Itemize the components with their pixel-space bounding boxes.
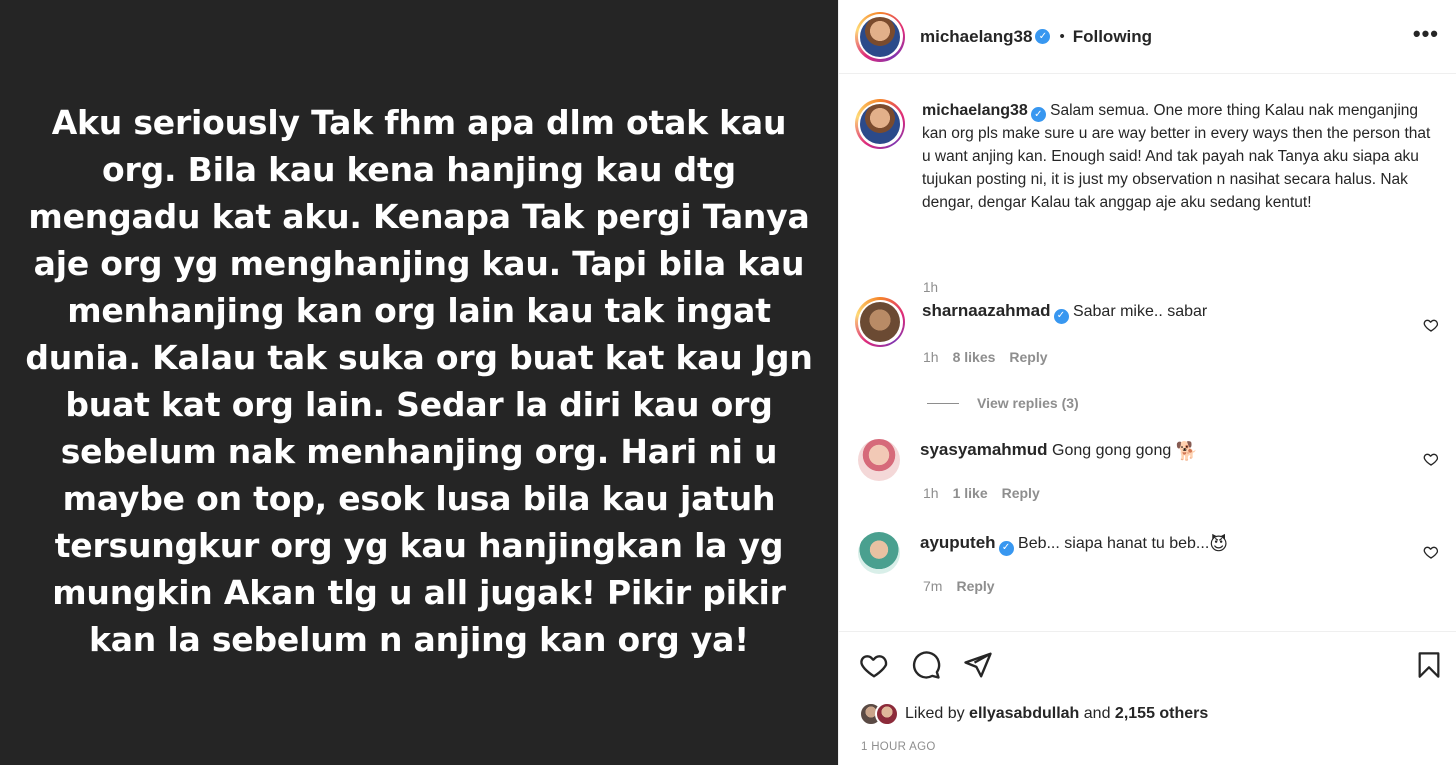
likes-count[interactable]: 2,155 others (1115, 705, 1208, 722)
share-icon[interactable] (963, 650, 993, 680)
comment-text: ayuputeh ✓ Beb... siapa hanat tu beb...😈 (920, 532, 1228, 556)
comment-like-heart-icon[interactable] (1423, 317, 1439, 333)
commenter-username[interactable]: ayuputeh (920, 533, 996, 552)
view-replies-button[interactable]: View replies (3) (927, 395, 1079, 411)
reply-button[interactable]: Reply (956, 578, 994, 594)
author-username[interactable]: michaelang38 (920, 27, 1032, 47)
following-button[interactable]: Following (1073, 27, 1152, 47)
caption-username[interactable]: michaelang38 (922, 102, 1028, 119)
comment-time[interactable]: 7m (923, 578, 942, 594)
author-avatar-photo (860, 16, 900, 57)
verified-badge-icon: ✓ (1053, 308, 1069, 324)
comment-meta: 1h 1 like Reply (923, 485, 1054, 501)
commenter-username[interactable]: sharnaazahmad (922, 301, 1051, 320)
liked-by-joiner: and (1083, 705, 1111, 722)
commenter-avatar[interactable] (855, 297, 905, 347)
post-image[interactable]: Aku seriously Tak fhm apa dlm otak kau o… (0, 0, 838, 765)
replies-divider (927, 402, 959, 404)
more-options-icon[interactable]: ••• (1413, 23, 1439, 45)
author-avatar[interactable] (855, 11, 905, 62)
reply-button[interactable]: Reply (1002, 485, 1040, 501)
comment-text: sharnaazahmad ✓ Sabar mike.. sabar (922, 300, 1207, 324)
devil-emoji-icon: 😈 (1209, 534, 1229, 554)
comment-item: sharnaazahmad ✓ Sabar mike.. sabar 1h 8 l… (855, 297, 1445, 365)
liked-by-text: Liked by ellyasabdullah and 2,155 others (905, 705, 1208, 723)
comments-section: michaelang38 ✓ Salam semua. One more thin… (839, 75, 1456, 631)
comment-item: ayuputeh ✓ Beb... siapa hanat tu beb...😈 … (855, 532, 1445, 594)
comment-meta: 7m Reply (923, 578, 1009, 594)
commenter-username[interactable]: syasyamahmud (920, 440, 1048, 459)
save-button[interactable] (1415, 650, 1443, 680)
comment-body: Sabar mike.. sabar (1072, 303, 1208, 320)
header-separator: • (1059, 28, 1065, 45)
commenter-avatar[interactable] (858, 439, 900, 481)
verified-badge-icon: ✓ (1030, 107, 1046, 122)
caption-avatar[interactable] (855, 99, 905, 149)
commenter-avatar[interactable] (858, 532, 900, 574)
liked-by-prefix: Liked by (905, 705, 965, 722)
reply-button[interactable]: Reply (1009, 349, 1047, 365)
verified-badge-icon: ✓ (1035, 29, 1051, 44)
liker-avatar[interactable] (875, 702, 899, 726)
comment-time[interactable]: 1h (923, 485, 939, 501)
comment-body: Gong gong gong (1052, 442, 1176, 459)
post-image-text: Aku seriously Tak fhm apa dlm otak kau o… (25, 102, 813, 659)
liker-username[interactable]: ellyasabdullah (969, 705, 1079, 722)
comment-body: Beb... siapa hanat tu beb... (1018, 535, 1210, 552)
comment-like-heart-icon[interactable] (1423, 451, 1439, 467)
caption-time[interactable]: 1h (923, 280, 938, 295)
verified-badge-icon: ✓ (998, 540, 1014, 556)
heart-icon[interactable] (859, 650, 889, 680)
post-actions: Liked by ellyasabdullah and 2,155 others… (839, 631, 1456, 765)
comment-like-heart-icon[interactable] (1423, 544, 1439, 560)
action-icon-row (859, 650, 993, 680)
comment-text: syasyamahmud Gong gong gong 🐕 (920, 439, 1198, 462)
dog-emoji-icon: 🐕 (1175, 441, 1199, 461)
caption-avatar-photo (860, 104, 900, 144)
caption-body: michaelang38 ✓ Salam semua. One more thin… (922, 99, 1442, 214)
view-replies-label: View replies (3) (977, 395, 1079, 411)
post-timestamp[interactable]: 1 HOUR AGO (861, 741, 936, 753)
commenter-avatar-photo (860, 302, 900, 342)
bookmark-icon (1418, 652, 1440, 678)
liked-by: Liked by ellyasabdullah and 2,155 others (859, 702, 1208, 726)
comment-meta: 1h 8 likes Reply (923, 349, 1062, 365)
post-caption: michaelang38 ✓ Salam semua. One more thin… (855, 99, 1445, 295)
comment-time[interactable]: 1h (923, 349, 939, 365)
comment-icon[interactable] (911, 650, 941, 680)
comment-likes[interactable]: 1 like (953, 485, 988, 501)
comment-item: syasyamahmud Gong gong gong 🐕 1h 1 like … (855, 439, 1445, 501)
post-side-panel: michaelang38 ✓ • Following ••• michaelan… (838, 0, 1456, 765)
post-header: michaelang38 ✓ • Following ••• (839, 0, 1456, 74)
comment-likes[interactable]: 8 likes (953, 349, 996, 365)
